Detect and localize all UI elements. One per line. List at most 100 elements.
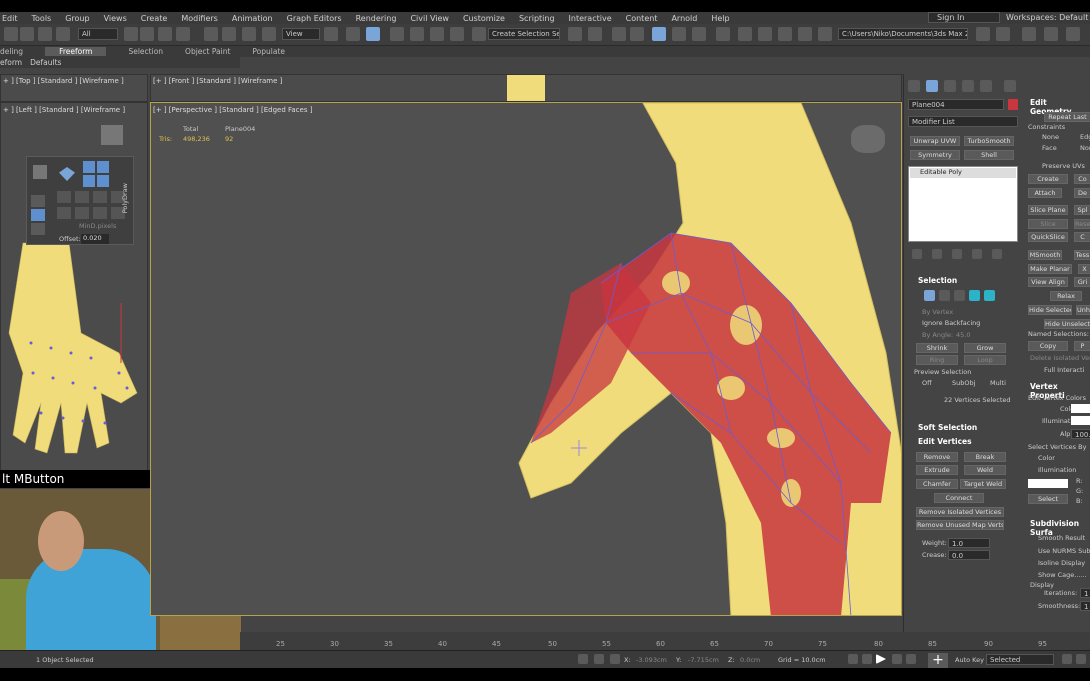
unhide-all-button[interactable]: Unh [1076, 305, 1090, 315]
window-crossing-icon[interactable] [176, 27, 190, 41]
polydraw-topology-icon[interactable] [93, 191, 107, 203]
go-to-start-icon[interactable] [848, 654, 858, 664]
select-by-color-button[interactable]: Select [1028, 494, 1068, 504]
loop-button[interactable]: Loop [964, 355, 1006, 365]
shrink-button[interactable]: Shrink [916, 343, 958, 353]
show-end-result-icon[interactable] [932, 249, 942, 259]
polydraw-move-icon[interactable] [33, 165, 47, 179]
scene-explorer-icon[interactable] [612, 27, 626, 41]
hide-unselected-button[interactable]: Hide Unselect [1044, 319, 1090, 329]
constraint-edge-radio[interactable]: Edg [1080, 133, 1090, 141]
reset-plane-button[interactable]: Rese [1074, 219, 1090, 229]
preview-multi-radio[interactable]: Multi [990, 379, 1006, 387]
polydraw-splines-icon[interactable] [75, 207, 89, 219]
split-button[interactable]: Spl [1074, 205, 1090, 215]
object-name-field[interactable]: Plane004 [908, 99, 1004, 110]
edit-vertices-rollout-title[interactable]: Edit Vertices [918, 437, 972, 448]
planar-x-button[interactable]: X [1078, 264, 1090, 274]
show-cage-checkbox[interactable]: Show Cage...... [1038, 571, 1087, 579]
break-button[interactable]: Break [964, 452, 1006, 462]
slice-plane-button[interactable]: Slice Plane [1028, 205, 1068, 215]
preview-subobj-radio[interactable]: SubObj [952, 379, 975, 387]
pivot-icon[interactable] [324, 27, 338, 41]
by-vertex-checkbox[interactable]: By Vertex [922, 308, 953, 316]
turbosmooth-button[interactable]: TurboSmooth [964, 136, 1014, 146]
detach-button[interactable]: De [1074, 188, 1090, 198]
chamfer-button[interactable]: Chamfer [916, 479, 958, 489]
render-setup-icon[interactable] [738, 27, 752, 41]
crease-spinner[interactable]: 0.0 [948, 550, 990, 560]
ignore-backfacing-checkbox[interactable]: Ignore Backfacing [922, 319, 980, 327]
layer-explorer-icon[interactable] [630, 27, 644, 41]
selection-filter-dropdown[interactable]: All [78, 28, 118, 40]
polydraw-step-icon[interactable] [57, 191, 71, 203]
menu-content[interactable]: Content [626, 14, 658, 23]
unwrap-uvw-button[interactable]: Unwrap UVW [910, 136, 960, 146]
timeline-ruler[interactable]: 25 30 35 40 45 50 55 60 65 70 75 80 85 9… [240, 632, 1090, 650]
select-object-icon[interactable] [124, 27, 138, 41]
workspaces-selector[interactable]: Workspaces: Default [1006, 13, 1088, 22]
unlink-icon[interactable] [38, 27, 52, 41]
selection-rollout-title[interactable]: Selection [918, 276, 957, 287]
shell-button[interactable]: Shell [964, 150, 1014, 160]
connect-button[interactable]: Connect [934, 493, 984, 503]
scale-icon[interactable] [242, 27, 256, 41]
polydraw-strips-icon[interactable] [75, 191, 89, 203]
project-folder-icon[interactable] [976, 27, 990, 41]
select-manipulate-icon[interactable] [346, 27, 360, 41]
viewcube-icon[interactable] [851, 125, 885, 153]
isoline-display-checkbox[interactable]: Isoline Display [1038, 559, 1085, 567]
polydraw-offset-field[interactable]: 0.020 [81, 234, 109, 244]
sign-in-dropdown[interactable]: Sign In [928, 12, 1000, 23]
tab-modeling[interactable]: deling [0, 47, 45, 56]
go-to-end-icon[interactable] [906, 654, 916, 664]
absolute-mode-icon[interactable] [610, 654, 620, 664]
repeat-last-button[interactable]: Repeat Last [1044, 112, 1090, 122]
polydraw-branch-icon[interactable] [31, 223, 45, 235]
weld-button[interactable]: Weld [964, 465, 1006, 475]
element-mode-icon[interactable] [984, 290, 995, 301]
menu-arnold[interactable]: Arnold [671, 14, 697, 23]
select-by-color-radio[interactable]: Color [1038, 454, 1055, 462]
stack-item-editable-poly[interactable]: Editable Poly [910, 168, 1016, 178]
make-unique-icon[interactable] [952, 249, 962, 259]
tab-selection[interactable]: Selection [106, 47, 185, 56]
symmetry-button[interactable]: Symmetry [910, 150, 960, 160]
a360-icon[interactable] [818, 27, 832, 41]
soft-selection-rollout-title[interactable]: Soft Selection [918, 423, 977, 434]
menu-edit[interactable]: Edit [2, 14, 18, 23]
key-filter-dropdown[interactable]: Selected [986, 654, 1054, 665]
bind-icon[interactable] [56, 27, 70, 41]
utilities-tab-icon[interactable] [1004, 80, 1016, 92]
polydraw-shapes-icon[interactable] [57, 207, 71, 219]
project-settings-icon[interactable] [996, 27, 1010, 41]
viewcube-left-icon[interactable] [101, 125, 123, 145]
constraint-normal-radio[interactable]: Nor [1080, 144, 1090, 152]
link-icon[interactable] [20, 27, 34, 41]
angle-snap-icon[interactable] [410, 27, 424, 41]
render-cloud-icon[interactable] [798, 27, 812, 41]
remove-button[interactable]: Remove [916, 452, 958, 462]
polygon-mode-icon[interactable] [969, 290, 980, 301]
menu-graph-editors[interactable]: Graph Editors [287, 14, 342, 23]
select-color-swatch[interactable] [1028, 479, 1068, 488]
polydraw-tool-1-icon[interactable] [83, 161, 95, 173]
menu-civil-view[interactable]: Civil View [410, 14, 449, 23]
constraint-face-radio[interactable]: Face [1042, 144, 1057, 152]
panel-defaults[interactable]: Defaults [30, 58, 61, 67]
y-coord-field[interactable]: -7.715cm [688, 656, 719, 664]
pan-icon[interactable] [1076, 654, 1086, 664]
undo-icon[interactable] [4, 27, 18, 41]
ribbon-toggle-icon[interactable] [652, 27, 666, 41]
weight-spinner[interactable]: 1.0 [948, 538, 990, 548]
rotate-icon[interactable] [222, 27, 236, 41]
isolate-icon[interactable] [578, 654, 588, 664]
grow-button[interactable]: Grow [964, 343, 1006, 353]
align-icon[interactable] [588, 27, 602, 41]
spinner-snap-icon[interactable] [450, 27, 464, 41]
select-by-illumination-radio[interactable]: Illumination [1038, 466, 1076, 474]
extrude-button[interactable]: Extrude [916, 465, 958, 475]
iterations-spinner[interactable]: 1 [1080, 588, 1090, 598]
polydraw-grid-icon[interactable] [31, 195, 45, 207]
smooth-result-checkbox[interactable]: Smooth Result [1038, 534, 1085, 542]
